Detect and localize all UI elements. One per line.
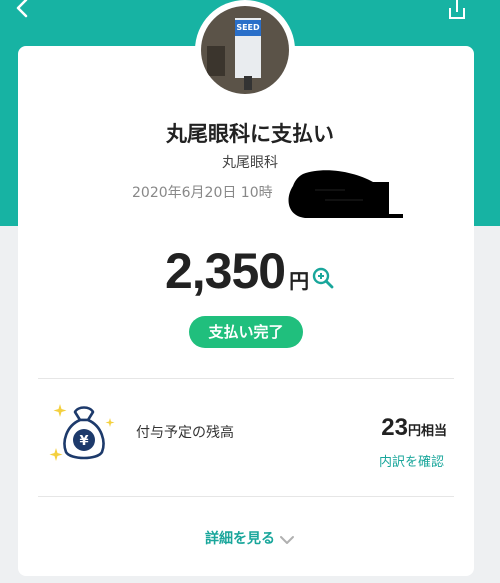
points-amount: 23 [381,414,408,441]
avatar-sign-text: SEED [235,20,261,36]
points-unit: 円相当 [407,424,447,439]
back-button[interactable] [12,0,34,22]
merchant-name: 丸尾眼科 [222,155,278,171]
merchant-photo: SEED [201,6,289,94]
share-icon [449,0,465,19]
back-chevron-icon [16,0,28,18]
currency-label: 円 [289,269,310,293]
details-toggle[interactable]: 詳細を見る [0,528,500,548]
divider-bottom [38,496,454,497]
svg-text:¥: ¥ [79,434,88,449]
payment-amount: 2,350 [164,243,286,299]
points-label: 付与予定の残高 [136,425,234,441]
breakdown-link[interactable]: 内訳を確認 [360,451,444,470]
amount-row: 2,350 円 [0,242,500,300]
payment-title: 丸尾眼科に支払い [166,122,334,146]
points-value: 23円相当 [355,414,447,442]
details-label: 詳細を見る [205,531,275,547]
redaction-scribble [288,170,403,218]
chevron-down-icon [280,536,294,544]
status-badge: 支払い完了 [189,316,303,348]
share-button[interactable] [444,0,470,26]
money-bag-icon: ¥ [49,404,115,461]
payment-datetime: 2020年6月20日 10時 [132,185,273,201]
zoom-in-icon[interactable] [311,266,335,290]
merchant-avatar: SEED [195,0,295,100]
divider-top [38,378,454,379]
